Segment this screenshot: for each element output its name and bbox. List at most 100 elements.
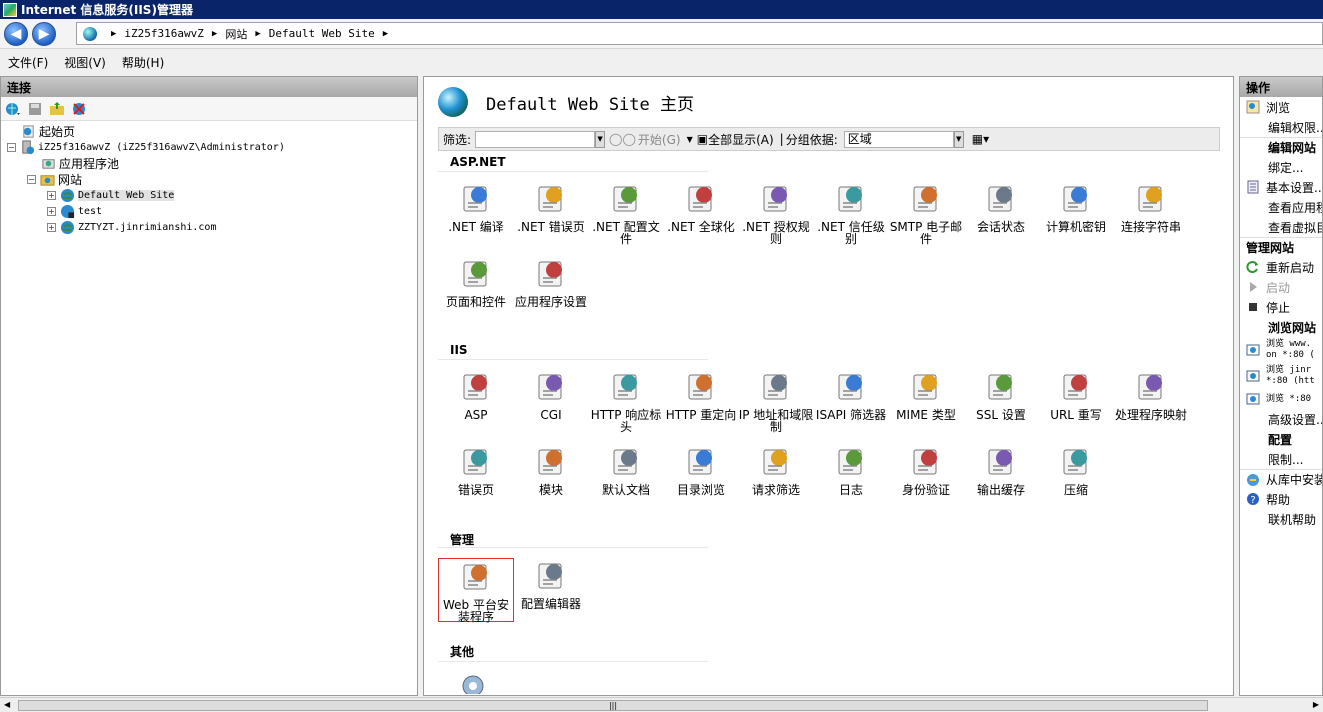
filter-dropdown-icon[interactable]: ▼: [595, 130, 606, 148]
section-divider: [438, 661, 708, 662]
action-bindings[interactable]: 绑定...: [1240, 157, 1322, 177]
feature-tile[interactable]: 连接字符串: [1113, 181, 1189, 245]
feature-tile[interactable]: Web 平台安装程序: [438, 558, 514, 623]
feature-tile[interactable]: 压缩: [1038, 444, 1114, 508]
view-mode-icon[interactable]: ▦▾: [972, 132, 989, 146]
action-start[interactable]: 启动: [1240, 277, 1322, 297]
feature-tile[interactable]: ASP: [438, 369, 514, 433]
feature-tile[interactable]: .NET 全球化: [663, 181, 739, 245]
action-online-help[interactable]: 联机帮助: [1240, 509, 1322, 529]
feature-tile[interactable]: URL 重写: [1038, 369, 1114, 433]
scrollbar-thumb[interactable]: |||: [18, 700, 1208, 711]
tree-item-default-web-site[interactable]: + Default Web Site: [7, 187, 417, 203]
up-folder-icon[interactable]: [49, 101, 65, 117]
feature-tile[interactable]: 处理程序映射: [1113, 369, 1189, 433]
feature-tile[interactable]: 输出缓存: [963, 444, 1039, 508]
feature-tile[interactable]: 请求筛选: [738, 444, 814, 508]
binoculars-icon[interactable]: ◯◯: [609, 132, 636, 146]
action-edit-permissions[interactable]: 编辑权限...: [1240, 117, 1322, 137]
tree-item-app-pools[interactable]: 应用程序池: [7, 155, 417, 171]
menu-view[interactable]: 视图(V): [64, 54, 106, 71]
feature-tile[interactable]: .NET 授权规则: [738, 181, 814, 245]
breadcrumb-server[interactable]: iZ25f316awvZ: [124, 27, 203, 40]
start-filter-button[interactable]: 开始(G): [638, 131, 681, 148]
menu-help[interactable]: 帮助(H): [122, 54, 164, 71]
action-advanced-settings[interactable]: 高级设置...: [1240, 409, 1322, 429]
feature-tile[interactable]: 默认文档: [588, 444, 664, 508]
show-all-icon[interactable]: ▣: [697, 132, 708, 146]
collapse-icon[interactable]: −: [27, 174, 36, 184]
action-browse-jinr[interactable]: 浏览 jinr *:80 (htt: [1240, 363, 1322, 389]
breadcrumb-sites[interactable]: 网站: [225, 26, 247, 42]
expand-icon[interactable]: +: [47, 206, 56, 216]
show-all-button[interactable]: 全部显示(A): [708, 131, 774, 148]
breadcrumb-site[interactable]: Default Web Site: [269, 27, 375, 40]
feature-tile[interactable]: 应用程序设置: [513, 256, 589, 320]
action-limits[interactable]: 限制...: [1240, 449, 1322, 469]
action-view-applications[interactable]: 查看应用程: [1240, 197, 1322, 217]
tree-item-test[interactable]: + test: [7, 203, 417, 219]
menu-file[interactable]: 文件(F): [8, 54, 48, 71]
disconnect-icon[interactable]: [71, 101, 87, 117]
action-install-from-gallery[interactable]: 从库中安装: [1240, 469, 1322, 489]
group-by-select[interactable]: 区域: [843, 130, 954, 148]
feature-tile[interactable]: 会话状态: [963, 181, 1039, 245]
expand-icon[interactable]: +: [47, 222, 56, 232]
feature-tile[interactable]: MIME 类型: [888, 369, 964, 433]
action-view-virtual-dirs[interactable]: 查看虚拟目: [1240, 217, 1322, 237]
chevron-right-icon[interactable]: ▶: [212, 29, 217, 39]
feature-tile[interactable]: .NET 编译: [438, 181, 514, 245]
group-dropdown-icon[interactable]: ▼: [953, 130, 964, 148]
feature-icon: [538, 374, 562, 400]
feature-tile[interactable]: 目录浏览: [663, 444, 739, 508]
gear-icon[interactable]: [458, 672, 488, 694]
action-help[interactable]: ? 帮助: [1240, 489, 1322, 509]
feature-tile[interactable]: .NET 配置文件: [588, 181, 664, 245]
action-basic-settings[interactable]: 基本设置...: [1240, 177, 1322, 197]
expand-icon[interactable]: +: [47, 190, 56, 200]
action-stop[interactable]: 停止: [1240, 297, 1322, 317]
action-browse[interactable]: 浏览: [1240, 97, 1322, 117]
feature-tile[interactable]: 身份验证: [888, 444, 964, 508]
horizontal-scrollbar[interactable]: ◀ ||| ▶: [0, 697, 1323, 712]
feature-tile[interactable]: 错误页: [438, 444, 514, 508]
forward-arrow-icon[interactable]: ▶: [32, 21, 56, 46]
save-icon[interactable]: [27, 101, 43, 117]
feature-tile[interactable]: 页面和控件: [438, 256, 514, 320]
chevron-right-icon[interactable]: ▶: [255, 29, 260, 39]
scroll-right-icon[interactable]: ▶: [1313, 700, 1319, 709]
feature-tile[interactable]: 计算机密钥: [1038, 181, 1114, 245]
tree-item-start-page[interactable]: 起始页: [7, 123, 417, 139]
feature-icon: [913, 374, 937, 400]
chevron-right-icon[interactable]: ▶: [383, 29, 388, 39]
feature-tile[interactable]: SSL 设置: [963, 369, 1039, 433]
feature-tile[interactable]: SMTP 电子邮件: [888, 181, 964, 245]
feature-tile[interactable]: IP 地址和域限制: [738, 369, 814, 433]
back-arrow-icon[interactable]: ◀: [4, 21, 28, 46]
breadcrumb[interactable]: ▶ iZ25f316awvZ ▶ 网站 ▶ Default Web Site ▶: [76, 22, 1323, 45]
feature-tile[interactable]: HTTP 响应标头: [588, 369, 664, 433]
filter-input[interactable]: [475, 130, 596, 148]
action-restart[interactable]: 重新启动: [1240, 257, 1322, 277]
connect-globe-icon[interactable]: [5, 101, 21, 117]
edit-site-heading: 编辑网站: [1240, 137, 1322, 157]
collapse-icon[interactable]: −: [7, 142, 16, 152]
feature-tile[interactable]: ISAPI 筛选器: [813, 369, 889, 433]
feature-tile[interactable]: 配置编辑器: [513, 558, 589, 622]
feature-tile[interactable]: 模块: [513, 444, 589, 508]
feature-tile[interactable]: .NET 错误页: [513, 181, 589, 245]
action-browse-80[interactable]: 浏览 *:80: [1240, 389, 1322, 409]
start-dropdown-icon[interactable]: ▼: [687, 135, 693, 144]
feature-tile[interactable]: .NET 信任级别: [813, 181, 889, 245]
feature-tile[interactable]: CGI: [513, 369, 589, 433]
feature-label: 处理程序映射: [1114, 408, 1187, 422]
manage-site-heading: 管理网站: [1240, 237, 1322, 257]
tree-item-zztyzt[interactable]: + ZZTYZT.jinrimianshi.com: [7, 219, 417, 235]
action-browse-www[interactable]: 浏览 www. on *:80 (: [1240, 337, 1322, 363]
feature-tile[interactable]: 日志: [813, 444, 889, 508]
chevron-right-icon[interactable]: ▶: [111, 29, 116, 39]
feature-tile[interactable]: HTTP 重定向: [663, 369, 739, 433]
tree-item-server[interactable]: − iZ25f316awvZ (iZ25f316awvZ\Administrat…: [7, 139, 417, 155]
scroll-left-icon[interactable]: ◀: [4, 700, 10, 709]
tree-item-sites[interactable]: − 网站: [7, 171, 417, 187]
